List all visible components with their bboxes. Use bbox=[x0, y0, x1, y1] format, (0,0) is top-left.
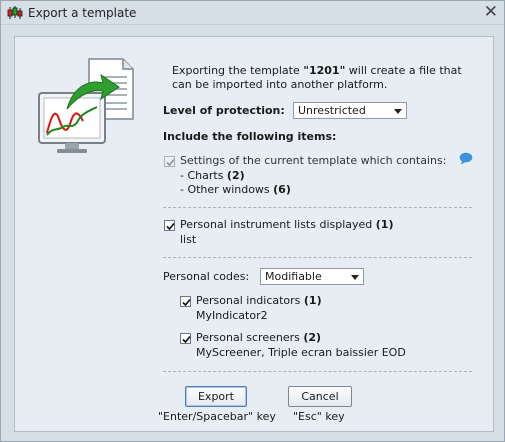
dialog-panel: Exporting the template "1201" will creat… bbox=[14, 36, 494, 432]
protection-select[interactable]: Unrestricted bbox=[293, 102, 407, 119]
settings-label: Settings of the current template which c… bbox=[180, 154, 447, 167]
personal-codes-label: Personal codes: bbox=[163, 270, 250, 283]
divider bbox=[163, 371, 472, 372]
export-template-dialog: Export a template ✕ Exporting the templa… bbox=[0, 0, 505, 442]
other-windows-count: (6) bbox=[273, 183, 291, 196]
close-icon[interactable]: ✕ bbox=[484, 3, 498, 21]
protection-value: Unrestricted bbox=[298, 104, 366, 117]
instrument-lists-item: Personal instrument lists displayed (1) bbox=[180, 218, 394, 231]
chevron-down-icon bbox=[351, 275, 359, 280]
protection-label: Level of protection: bbox=[163, 104, 285, 117]
instrument-lists-label: Personal instrument lists displayed bbox=[180, 218, 376, 231]
indicators-count: (1) bbox=[303, 294, 322, 307]
export-template-illustration bbox=[37, 57, 137, 157]
instrument-lists-value: list bbox=[180, 233, 197, 246]
charts-item: - Charts (2) bbox=[180, 169, 245, 182]
indicators-item: Personal indicators (1) bbox=[196, 294, 322, 307]
screeners-checkbox[interactable] bbox=[180, 333, 191, 344]
export-button[interactable]: Export bbox=[185, 386, 247, 407]
template-name: "1201" bbox=[303, 64, 346, 77]
charts-label: - Charts bbox=[180, 169, 227, 182]
candlestick-icon bbox=[7, 6, 23, 20]
speech-bubble-icon[interactable] bbox=[459, 152, 473, 168]
charts-count: (2) bbox=[226, 169, 245, 182]
divider bbox=[163, 207, 472, 208]
chevron-down-icon bbox=[394, 109, 402, 114]
screeners-count: (2) bbox=[303, 331, 322, 344]
indicators-checkbox[interactable] bbox=[180, 296, 191, 307]
screeners-item: Personal screeners (2) bbox=[196, 331, 321, 344]
instrument-lists-checkbox[interactable] bbox=[164, 220, 175, 231]
screeners-value: MyScreener, Triple ecran baissier EOD bbox=[196, 346, 406, 359]
other-windows-label: - Other windows bbox=[180, 183, 274, 196]
personal-codes-value: Modifiable bbox=[265, 270, 322, 283]
indicators-label: Personal indicators bbox=[196, 294, 304, 307]
instrument-lists-count: (1) bbox=[375, 218, 394, 231]
export-shortcut-hint: "Enter/Spacebar" key bbox=[158, 410, 276, 423]
cancel-shortcut-hint: "Esc" key bbox=[293, 410, 345, 423]
include-heading: Include the following items: bbox=[163, 130, 337, 143]
indicators-value: MyIndicator2 bbox=[196, 309, 268, 322]
description-text-before: Exporting the template bbox=[172, 64, 304, 77]
window-title: Export a template bbox=[28, 6, 137, 20]
title-bar[interactable]: Export a template ✕ bbox=[1, 1, 504, 25]
export-description: Exporting the template "1201" will creat… bbox=[172, 64, 472, 92]
cancel-button[interactable]: Cancel bbox=[288, 386, 352, 407]
personal-codes-select[interactable]: Modifiable bbox=[260, 268, 364, 285]
divider bbox=[163, 257, 472, 258]
other-windows-item: - Other windows (6) bbox=[180, 183, 291, 196]
screeners-label: Personal screeners bbox=[196, 331, 304, 344]
settings-checkbox[interactable] bbox=[164, 156, 175, 167]
